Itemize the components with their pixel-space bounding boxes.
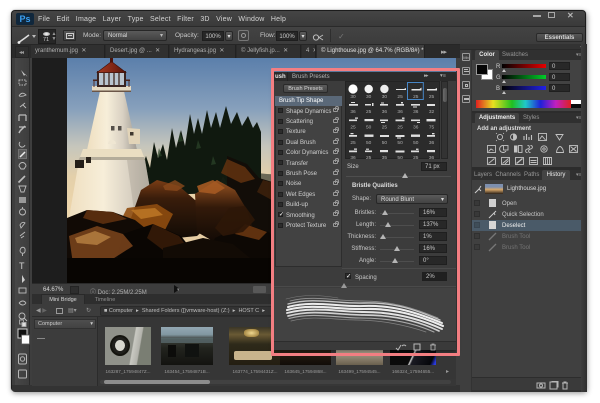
svg-text:T: T bbox=[19, 261, 25, 271]
